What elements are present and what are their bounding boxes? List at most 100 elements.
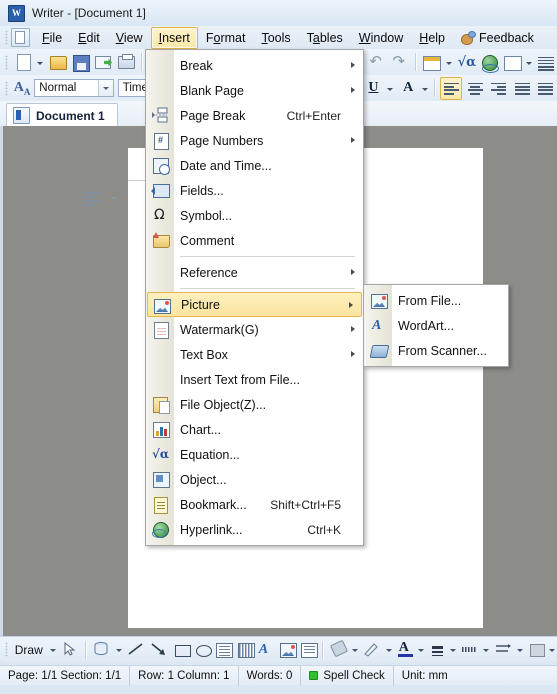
menubar-grip[interactable]: [5, 30, 8, 45]
autoshapes-button[interactable]: [91, 639, 112, 660]
insert-dropdown-menu[interactable]: BreakBlank PagePage BreakCtrl+EnterPage …: [145, 49, 364, 546]
picture-submenu-item-from-scanner[interactable]: From Scanner...: [364, 338, 508, 363]
draw-menu-dropdown[interactable]: [47, 639, 57, 660]
wordart-button[interactable]: A: [256, 639, 275, 660]
insert-menu-item-blank-page[interactable]: Blank Page: [146, 78, 363, 103]
send-mail-button[interactable]: [92, 51, 113, 74]
underline-button[interactable]: U: [362, 77, 384, 100]
shadow-style-dropdown[interactable]: [546, 639, 556, 660]
arrow-style-button[interactable]: [492, 639, 513, 660]
insert-clip-button[interactable]: [298, 639, 319, 660]
arrow-tool-button[interactable]: [148, 639, 169, 660]
menubar-document-icon[interactable]: [11, 28, 30, 47]
insert-menu-item-equation[interactable]: √α Equation...: [146, 442, 363, 467]
status-unit[interactable]: Unit: mm: [394, 666, 456, 686]
align-right-button[interactable]: [487, 77, 509, 100]
picture-submenu[interactable]: From File... A WordArt... From Scanner...: [363, 284, 509, 367]
standard-toolbar-grip[interactable]: [5, 54, 8, 70]
insert-menu-item-picture[interactable]: Picture: [147, 292, 362, 317]
document-tab[interactable]: Document 1: [6, 103, 118, 128]
insert-menu-item-chart[interactable]: Chart...: [146, 417, 363, 442]
line-color-button[interactable]: [361, 639, 382, 660]
insert-menu-item-page-numbers[interactable]: Page Numbers: [146, 128, 363, 153]
insert-menu-item-watermark-g[interactable]: Watermark(G): [146, 317, 363, 342]
vertical-text-box-button[interactable]: [235, 639, 255, 660]
justify-button[interactable]: [511, 77, 533, 100]
select-objects-button[interactable]: [59, 639, 80, 660]
menu-insert[interactable]: Insert: [150, 26, 198, 49]
columns-button[interactable]: [535, 51, 556, 74]
menu-feedback[interactable]: Feedback: [453, 28, 541, 48]
menu-file[interactable]: FFileile: [34, 27, 70, 49]
align-left-button[interactable]: [440, 76, 462, 100]
insert-menu-item-symbol[interactable]: Ω Symbol...: [146, 203, 363, 228]
menu-tools[interactable]: Tools: [253, 27, 298, 49]
gridlines-dropdown[interactable]: [523, 52, 533, 73]
font-color-button[interactable]: A: [395, 639, 414, 660]
autoshapes-dropdown[interactable]: [113, 639, 123, 660]
distribute-button[interactable]: [534, 77, 556, 100]
pen-icon: [363, 643, 378, 657]
menu-window[interactable]: Window: [351, 27, 411, 49]
line-tool-button[interactable]: [125, 639, 146, 660]
toggle-gridlines-button[interactable]: [501, 51, 522, 74]
fill-color-dropdown[interactable]: [349, 639, 359, 660]
menu-format[interactable]: Format: [198, 27, 254, 49]
insert-menu-item-break[interactable]: Break: [146, 53, 363, 78]
print-button[interactable]: [115, 51, 136, 74]
line-style-button[interactable]: [427, 639, 446, 660]
fill-color-button[interactable]: [328, 639, 349, 660]
save-button[interactable]: [69, 51, 90, 74]
styles-button[interactable]: AA: [12, 77, 34, 100]
underline-dropdown[interactable]: [384, 78, 394, 99]
insert-menu-item-reference[interactable]: Reference: [146, 260, 363, 285]
dash-style-dropdown[interactable]: [480, 639, 490, 660]
font-color-dropdown[interactable]: [415, 639, 425, 660]
shadow-style-button[interactable]: [526, 639, 545, 660]
undo-button[interactable]: ↶: [365, 51, 386, 74]
arrow-style-dropdown[interactable]: [514, 639, 524, 660]
menu-tables[interactable]: Tables: [299, 27, 351, 49]
menu-view[interactable]: View: [108, 27, 151, 49]
insert-hyperlink-button[interactable]: [478, 51, 499, 74]
insert-menu-item-page-break[interactable]: Page Break Ctrl+Enter: [146, 103, 363, 128]
align-center-button[interactable]: [464, 77, 486, 100]
line-color-dropdown[interactable]: [383, 639, 393, 660]
paragraph-style-combo[interactable]: Normal: [34, 79, 114, 97]
status-spell-check[interactable]: Spell Check: [301, 665, 394, 686]
text-effects-button[interactable]: A: [397, 77, 419, 100]
draw-menu-label[interactable]: Draw: [11, 643, 47, 657]
text-box-button[interactable]: [213, 639, 234, 660]
insert-equation-button[interactable]: √α: [455, 51, 477, 74]
insert-table-button[interactable]: [420, 51, 442, 74]
insert-menu-item-fields[interactable]: Fields...: [146, 178, 363, 203]
dash-style-button[interactable]: [459, 639, 478, 660]
open-button[interactable]: [46, 51, 67, 74]
insert-table-dropdown[interactable]: [443, 52, 453, 73]
insert-menu-item-date-and-time[interactable]: Date and Time...: [146, 153, 363, 178]
paragraph-style-dropdown-arrow[interactable]: [97, 80, 113, 96]
insert-menu-item-text-box[interactable]: Text Box: [146, 342, 363, 367]
new-document-dropdown[interactable]: [34, 52, 44, 73]
redo-button[interactable]: ↷: [388, 51, 409, 74]
ellipse-tool-button[interactable]: [192, 639, 213, 660]
picture-submenu-item-from-file[interactable]: From File...: [364, 288, 508, 313]
insert-menu-item-hyperlink[interactable]: Hyperlink... Ctrl+K: [146, 517, 363, 542]
insert-menu-item-bookmark[interactable]: Bookmark... Shift+Ctrl+F5: [146, 492, 363, 517]
menu-edit[interactable]: Edit: [70, 27, 108, 49]
text-effects-dropdown[interactable]: [419, 78, 429, 99]
submenu-arrow-icon: [351, 62, 355, 68]
file-object-icon: [151, 395, 170, 414]
new-document-button[interactable]: [12, 51, 33, 74]
formatting-toolbar-grip[interactable]: [5, 80, 8, 96]
insert-menu-item-insert-text-from-file[interactable]: Insert Text from File...: [146, 367, 363, 392]
insert-menu-item-object[interactable]: Object...: [146, 467, 363, 492]
drawing-toolbar-grip[interactable]: [5, 642, 8, 657]
rectangle-tool-button[interactable]: [171, 639, 191, 660]
menu-help[interactable]: Help: [411, 27, 453, 49]
line-style-dropdown[interactable]: [447, 639, 457, 660]
insert-menu-item-comment[interactable]: Comment: [146, 228, 363, 253]
picture-submenu-item-wordart[interactable]: A WordArt...: [364, 313, 508, 338]
insert-picture-button[interactable]: [277, 639, 298, 660]
insert-menu-item-file-object-z[interactable]: File Object(Z)...: [146, 392, 363, 417]
